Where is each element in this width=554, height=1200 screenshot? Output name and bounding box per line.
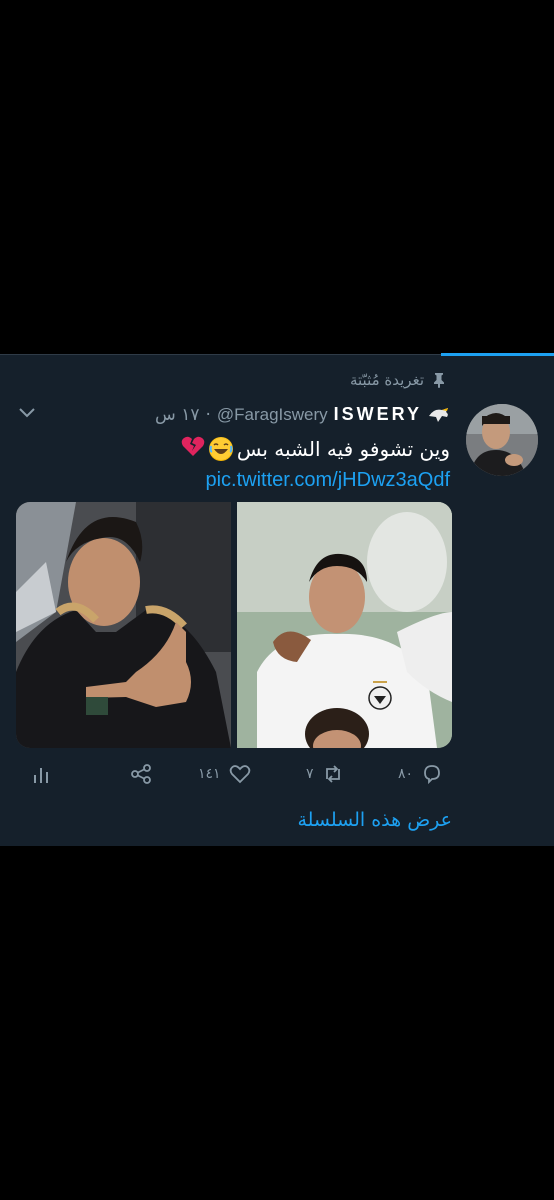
share-icon (131, 764, 151, 784)
screen: تغريدة مُثبّتة ISWERY @FaragIswery · ١٧ … (0, 0, 554, 1200)
media-photo-left[interactable] (16, 502, 231, 748)
show-thread-link[interactable]: عرض هذه السلسلة (297, 809, 452, 831)
reply-icon (424, 765, 440, 785)
retweet-button[interactable]: ٧ (306, 763, 344, 785)
tweet-media-link[interactable]: pic.twitter.com/jHDwz3aQdf (205, 469, 450, 492)
like-count: ١٤١ (198, 766, 221, 782)
like-button[interactable]: ١٤١ (198, 763, 251, 785)
share-button[interactable] (130, 763, 152, 785)
tweet-media[interactable] (16, 502, 452, 748)
analytics-icon (34, 768, 48, 783)
tweet-actions: ١٤١ ٧ ٨٠ (30, 763, 456, 793)
reply-button[interactable]: ٨٠ (398, 763, 443, 785)
tweet-time[interactable]: ١٧ س (155, 405, 199, 425)
eagle-icon (429, 407, 448, 422)
chevron-down-icon[interactable] (18, 407, 36, 419)
pinned-label: تغريدة مُثبّتة (349, 371, 424, 389)
broken-heart-icon (181, 435, 205, 462)
reply-count: ٨٠ (398, 766, 414, 782)
avatar[interactable] (466, 404, 538, 476)
retweet-count: ٧ (306, 766, 314, 782)
tweet-header: ISWERY @FaragIswery · ١٧ س (155, 404, 450, 425)
analytics-button[interactable] (30, 763, 52, 785)
separator-dot: · (205, 404, 211, 425)
tweet-card[interactable]: تغريدة مُثبّتة ISWERY @FaragIswery · ١٧ … (0, 353, 554, 846)
tweet-body: وين تشوفو فيه الشبه بس (236, 436, 450, 461)
retweet-icon (325, 765, 340, 783)
media-photo-right[interactable] (237, 502, 452, 748)
tweet-text: وين تشوفو فيه الشبه بس (181, 435, 450, 462)
heart-icon (229, 765, 250, 784)
avatar-photo (466, 404, 538, 476)
active-tab-indicator (441, 353, 554, 356)
display-name[interactable]: ISWERY (334, 404, 422, 425)
user-handle[interactable]: @FaragIswery (217, 405, 328, 425)
laughing-emoji-icon (208, 436, 233, 461)
pinned-indicator: تغريدة مُثبّتة (350, 371, 446, 389)
pin-icon (434, 373, 444, 388)
